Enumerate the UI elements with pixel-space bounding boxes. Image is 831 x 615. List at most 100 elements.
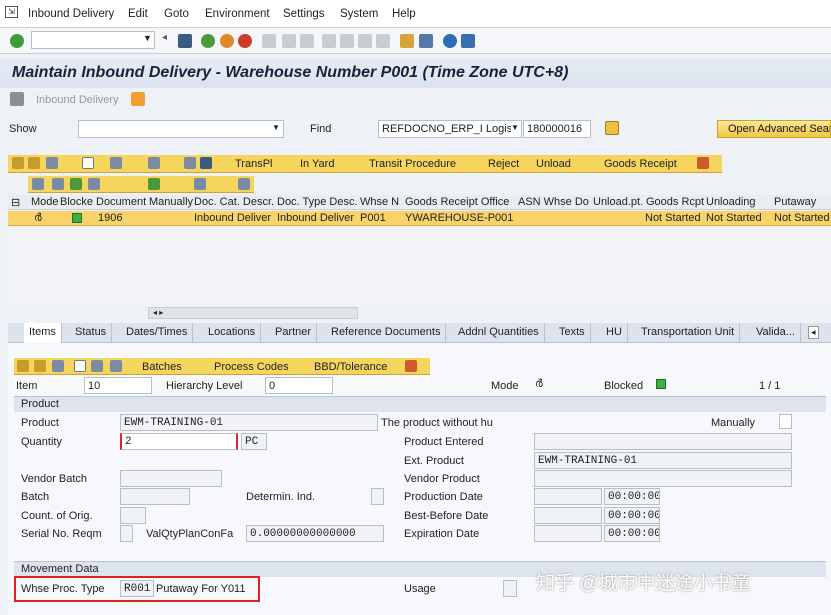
menu-goto[interactable]: Goto — [164, 8, 189, 20]
print-list-icon[interactable] — [52, 178, 64, 190]
col-unloading[interactable]: Unloading — [706, 196, 756, 208]
details-icon[interactable] — [46, 157, 58, 169]
tab-texts[interactable]: Texts — [554, 323, 591, 343]
edit-display-icon[interactable] — [131, 92, 145, 106]
col-manually[interactable]: Manually — [149, 196, 193, 208]
best-before-time-field[interactable]: 00:00:00 — [604, 507, 660, 524]
goods-receipt-button[interactable]: Goods Receipt — [604, 158, 677, 170]
tab-locations[interactable]: Locations — [203, 323, 262, 343]
menu-settings[interactable]: Settings — [283, 8, 325, 20]
execute-search-icon[interactable] — [605, 121, 619, 135]
filter-icon[interactable] — [32, 178, 44, 190]
tab-dates-times[interactable]: Dates/Times — [121, 323, 194, 343]
item-field[interactable]: 10 — [84, 377, 152, 394]
tab-validation[interactable]: Valida... — [751, 323, 801, 343]
more-actions-icon[interactable] — [697, 157, 709, 169]
prev-page-icon[interactable] — [340, 34, 354, 48]
shortcut-icon[interactable] — [419, 34, 433, 48]
batches-button[interactable]: Batches — [142, 361, 182, 373]
tab-scroll-icon[interactable]: ◂ — [808, 326, 819, 339]
col-asn[interactable]: ASN Whse Do — [518, 196, 589, 208]
zoom-icon[interactable] — [238, 178, 250, 190]
command-field[interactable] — [31, 31, 155, 49]
tab-partner[interactable]: Partner — [270, 323, 318, 343]
tab-addnl-quantities[interactable]: Addnl Quantities — [453, 323, 545, 343]
product-field[interactable]: EWM-TRAINING-01 — [120, 414, 378, 431]
col-doc-cat[interactable]: Doc. Cat. Descr. — [194, 196, 274, 208]
best-before-date-field[interactable] — [534, 507, 602, 524]
count-orig-field[interactable] — [120, 507, 146, 524]
vendor-batch-field[interactable] — [120, 470, 222, 487]
item-split-icon[interactable] — [110, 360, 122, 372]
col-blocked[interactable]: Blocke — [60, 196, 93, 208]
print-icon[interactable] — [262, 34, 276, 48]
first-page-icon[interactable] — [322, 34, 336, 48]
expiration-time-field[interactable]: 00:00:00 — [604, 525, 660, 542]
col-select-icon[interactable]: ⊟ — [11, 196, 20, 209]
item-up-icon[interactable] — [17, 360, 29, 372]
ext-product-field[interactable]: EWM-TRAINING-01 — [534, 452, 792, 469]
new-session-icon[interactable] — [400, 34, 414, 48]
production-time-field[interactable]: 00:00:00 — [604, 488, 660, 505]
delivery-icon[interactable] — [10, 92, 24, 106]
back-icon[interactable] — [201, 34, 215, 48]
col-goods-rcpt[interactable]: Goods Rcpt — [646, 196, 704, 208]
last-page-icon[interactable] — [376, 34, 390, 48]
batch-field[interactable] — [120, 488, 190, 505]
layout-select-icon[interactable] — [194, 178, 206, 190]
hierarchy-level-field[interactable]: 0 — [265, 377, 333, 394]
sum-icon[interactable] — [70, 178, 82, 190]
menu-environment[interactable]: Environment — [205, 8, 270, 20]
row-document[interactable]: 1906 — [98, 212, 122, 224]
vendor-product-field[interactable] — [534, 470, 792, 487]
menu-edit[interactable]: Edit — [128, 8, 148, 20]
find-icon[interactable] — [282, 34, 296, 48]
inbound-delivery-button[interactable]: Inbound Delivery — [36, 94, 119, 106]
create-icon[interactable] — [82, 157, 94, 169]
sort-desc-icon[interactable] — [28, 157, 40, 169]
refresh-icon[interactable] — [184, 157, 196, 169]
tab-hu[interactable]: HU — [601, 323, 628, 343]
transit-procedure-button[interactable]: Transit Procedure — [369, 158, 456, 170]
col-whse[interactable]: Whse N — [360, 196, 399, 208]
determin-ind-checkbox[interactable] — [371, 488, 384, 505]
change-icon[interactable] — [110, 157, 122, 169]
product-entered-field[interactable] — [534, 433, 792, 450]
cancel-icon[interactable] — [238, 34, 252, 48]
tab-items[interactable]: Items — [24, 323, 62, 343]
tab-transportation-unit[interactable]: Transportation Unit — [636, 323, 741, 343]
bbd-tolerance-button[interactable]: BBD/Tolerance — [314, 361, 387, 373]
find-select[interactable]: REFDOCNO_ERP_I Logist — [378, 120, 522, 138]
unit-field[interactable]: PC — [241, 433, 267, 450]
col-unload-pt[interactable]: Unload.pt. — [593, 196, 643, 208]
col-gr-office[interactable]: Goods Receipt Office — [405, 196, 509, 208]
sort-asc-icon[interactable] — [12, 157, 24, 169]
expiration-date-field[interactable] — [534, 525, 602, 542]
item-delete-icon[interactable] — [91, 360, 103, 372]
quantity-field[interactable]: 2 — [120, 433, 238, 450]
show-dropdown-icon[interactable]: ▼ — [272, 123, 280, 132]
exit-icon[interactable] — [220, 34, 234, 48]
enter-check-icon[interactable] — [10, 34, 24, 48]
find-list-icon[interactable] — [88, 178, 100, 190]
show-select[interactable] — [78, 120, 284, 138]
layout-icon[interactable] — [461, 34, 475, 48]
command-dropdown-icon[interactable]: ▼ — [143, 33, 152, 43]
delete-icon[interactable] — [148, 157, 160, 169]
find-value-input[interactable]: 180000016 — [523, 120, 591, 138]
in-yard-button[interactable]: In Yard — [300, 158, 334, 170]
item-details-icon[interactable] — [52, 360, 64, 372]
app-menu-icon[interactable]: ⇲ — [5, 6, 18, 18]
unload-button[interactable]: Unload — [536, 158, 571, 170]
history-icon[interactable]: ◂ — [162, 32, 167, 43]
tab-status[interactable]: Status — [70, 323, 113, 343]
menu-inbound-delivery[interactable]: Inbound Delivery — [28, 8, 114, 20]
table-row[interactable]: ർ 1906 Inbound Deliver Inbound Deliver P… — [8, 211, 831, 226]
next-page-icon[interactable] — [358, 34, 372, 48]
tab-reference-documents[interactable]: Reference Documents — [326, 323, 447, 343]
usage-field[interactable] — [503, 580, 517, 597]
save-doc-icon[interactable] — [200, 157, 212, 169]
find-next-icon[interactable] — [300, 34, 314, 48]
col-document[interactable]: Document — [96, 196, 146, 208]
reject-button[interactable]: Reject — [488, 158, 519, 170]
